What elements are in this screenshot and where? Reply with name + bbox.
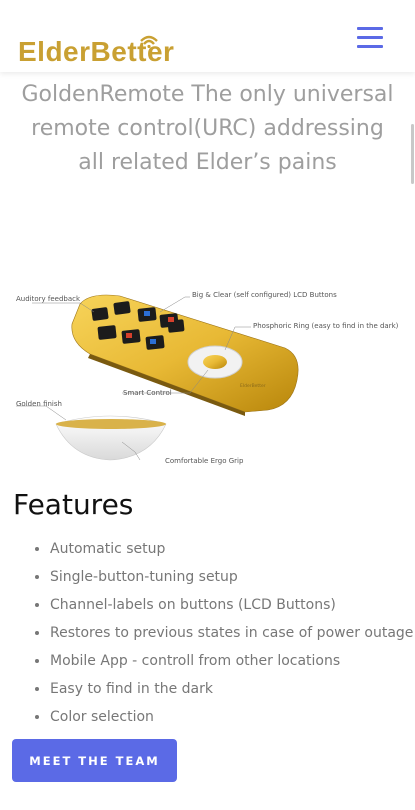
meet-the-team-button[interactable]: MEET THE TEAM (12, 739, 177, 782)
callout-smart-control: Smart Control (123, 389, 172, 397)
feature-item: Color selection (50, 703, 413, 731)
feature-item: Mobile App - controll from other locatio… (50, 647, 413, 675)
golden-remote-image: ElderBetter Auditory feedback Big & Clea… (16, 291, 399, 465)
remote-brand-mark: ElderBetter (240, 383, 266, 389)
feature-item: Automatic setup (50, 535, 413, 563)
feature-item: Single-button-tuning setup (50, 563, 413, 591)
feature-item: Easy to find in the dark (50, 675, 413, 703)
signal-icon (140, 35, 158, 48)
brand-logo[interactable]: ElderBetter (18, 35, 174, 72)
callout-phosphoric-ring: Phosphoric Ring (easy to find in the dar… (253, 322, 399, 330)
callout-lcd-buttons: Big & Clear (self configured) LCD Button… (192, 291, 337, 299)
features-heading: Features (13, 488, 134, 521)
hero-headline: GoldenRemote The only universal remote c… (21, 82, 394, 175)
callout-auditory-feedback: Auditory feedback (16, 295, 81, 303)
feature-item: Channel-labels on buttons (LCD Buttons) (50, 591, 413, 619)
callout-ergo-grip: Comfortable Ergo Grip (165, 457, 244, 465)
site-header: ElderBetter (0, 0, 415, 72)
features-list: Automatic setup Single-button-tuning set… (30, 535, 413, 731)
callout-golden-finish: Golden finish (16, 400, 62, 408)
feature-item: Restores to previous states in case of p… (50, 619, 413, 647)
scrollbar[interactable] (411, 124, 414, 184)
hamburger-menu-icon[interactable] (357, 24, 383, 50)
